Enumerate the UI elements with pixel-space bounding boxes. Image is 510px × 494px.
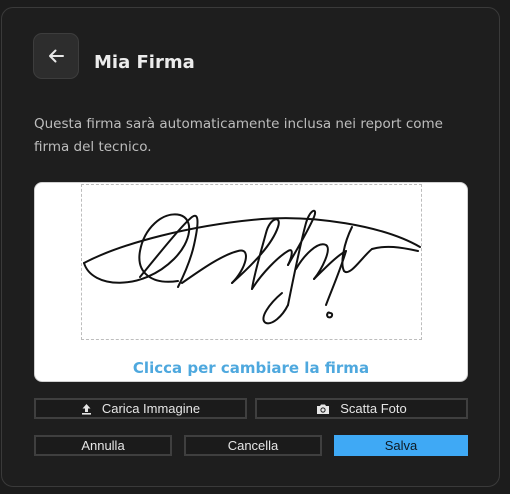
signature-area[interactable]: Clicca per cambiare la firma — [34, 182, 468, 382]
back-button[interactable] — [33, 33, 79, 79]
arrow-left-icon — [47, 47, 65, 65]
page-title: Mia Firma — [94, 52, 195, 73]
upload-icon — [81, 403, 92, 415]
signature-image — [81, 184, 422, 340]
take-photo-button[interactable]: Scatta Foto — [255, 398, 468, 419]
camera-icon — [316, 403, 330, 415]
delete-button[interactable]: Cancella — [184, 435, 322, 456]
signature-description: Questa firma sarà automaticamente inclus… — [34, 116, 443, 155]
cancel-button[interactable]: Annulla — [34, 435, 172, 456]
upload-image-label: Carica Immagine — [101, 401, 201, 416]
take-photo-label: Scatta Foto — [340, 401, 407, 416]
change-signature-hint[interactable]: Clicca per cambiare la firma — [35, 359, 467, 377]
upload-image-button[interactable]: Carica Immagine — [34, 398, 247, 419]
save-button[interactable]: Salva — [334, 435, 468, 456]
